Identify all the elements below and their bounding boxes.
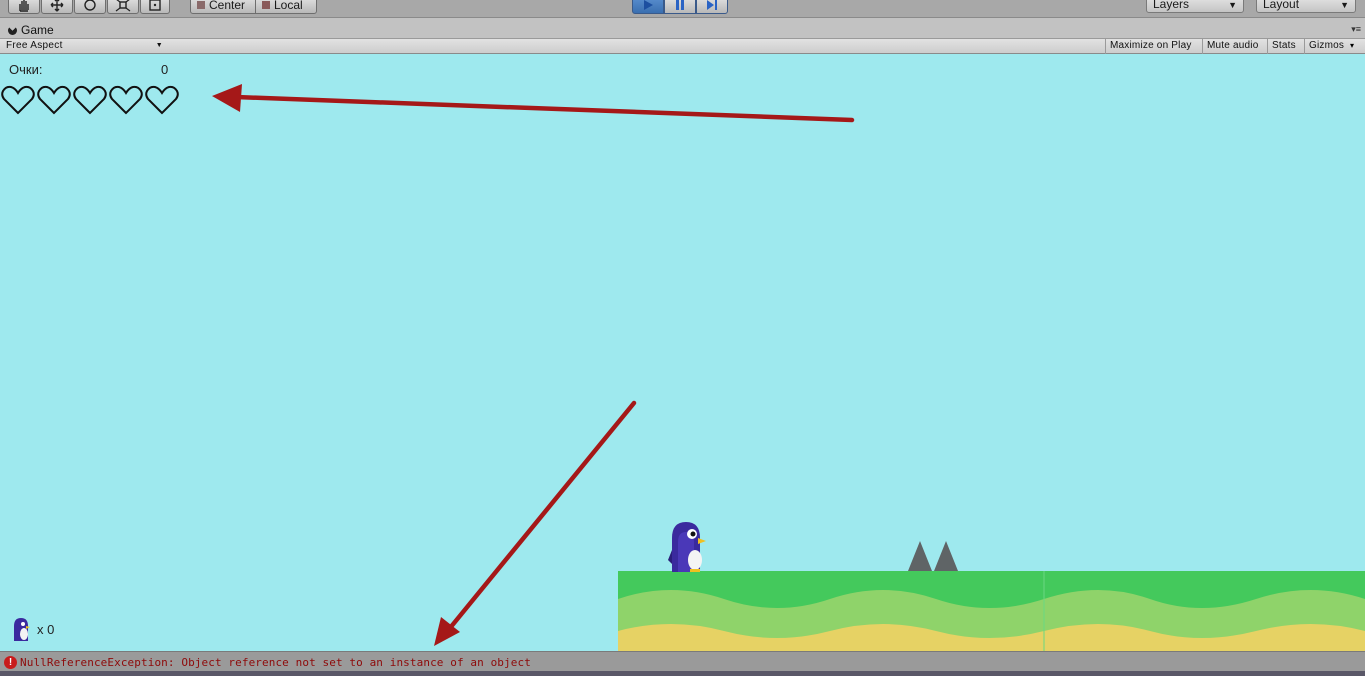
mute-audio-button[interactable]: Mute audio: [1202, 39, 1265, 54]
layers-label: Layers: [1153, 0, 1190, 11]
aspect-label: Free Aspect: [6, 40, 63, 51]
lives-text: x 0: [37, 621, 55, 637]
layout-label: Layout: [1263, 0, 1300, 11]
pivot-local-button[interactable]: Local: [255, 0, 317, 14]
chevron-down-icon: ▼: [1340, 0, 1349, 10]
scale-icon: [115, 0, 131, 12]
health-hearts: [0, 84, 180, 116]
step-icon: [707, 0, 717, 10]
aspect-dropdown[interactable]: Free Aspect ▼: [6, 40, 166, 53]
heart-icon: [109, 85, 143, 115]
game-view-toolbar: Free Aspect ▼ Maximize on Play Mute audi…: [0, 38, 1365, 54]
heart-icon: [1, 85, 35, 115]
penguin-player: [668, 522, 706, 572]
rotate-tool-button[interactable]: [74, 0, 106, 14]
taskbar-strip: [0, 671, 1365, 676]
maximize-on-play-button[interactable]: Maximize on Play: [1105, 39, 1200, 54]
play-button[interactable]: [632, 0, 664, 14]
cube-icon: [262, 1, 270, 9]
tab-game-label: Game: [21, 23, 54, 37]
hand-icon: [19, 0, 29, 12]
chevron-down-icon: ▼: [155, 42, 163, 49]
rect-tool-icon: [149, 0, 161, 11]
game-view[interactable]: Очки: 0 x 0: [0, 54, 1365, 651]
rotate-icon: [84, 0, 96, 11]
pivot-center-label: Center: [209, 0, 246, 12]
error-icon: !: [4, 656, 17, 669]
pause-icon: [676, 0, 684, 10]
error-message[interactable]: NullReferenceException: Object reference…: [20, 656, 531, 669]
chevron-down-icon: ▼: [1228, 0, 1237, 10]
heart-icon: [145, 85, 179, 115]
penguin-icon: [14, 618, 30, 641]
step-button[interactable]: [696, 0, 728, 14]
lives-counter: x 0: [11, 617, 54, 641]
move-tool-button[interactable]: [41, 0, 73, 14]
tab-menu-icon[interactable]: ▾≡: [1351, 24, 1361, 35]
heart-icon: [37, 85, 71, 115]
gizmos-chevron-icon[interactable]: ▾: [1350, 39, 1354, 53]
game-tab-bar: Game ▾≡: [0, 20, 1365, 38]
gizmos-button[interactable]: Gizmos: [1304, 39, 1354, 54]
tab-game[interactable]: Game: [4, 22, 62, 38]
spikes-hazard: [908, 541, 958, 571]
scale-tool-button[interactable]: [107, 0, 139, 14]
game-icon: [8, 25, 17, 35]
heart-icon: [73, 85, 107, 115]
layers-dropdown[interactable]: Layers ▼: [1146, 0, 1244, 13]
score-label: Очки:: [9, 62, 43, 77]
pivot-local-label: Local: [274, 0, 303, 12]
hand-tool-button[interactable]: [8, 0, 40, 14]
rect-tool-button[interactable]: [140, 0, 170, 14]
main-toolbar: Center Local Layers ▼ Layout ▼: [0, 0, 1365, 18]
play-icon: [644, 0, 653, 10]
ground-platform: [618, 571, 1365, 651]
layout-dropdown[interactable]: Layout ▼: [1256, 0, 1356, 13]
score-value: 0: [161, 62, 169, 77]
pause-button[interactable]: [664, 0, 696, 14]
stats-button[interactable]: Stats: [1267, 39, 1302, 54]
pivot-icon: [197, 1, 205, 9]
move-icon: [50, 0, 64, 12]
pivot-center-button[interactable]: Center: [190, 0, 256, 14]
